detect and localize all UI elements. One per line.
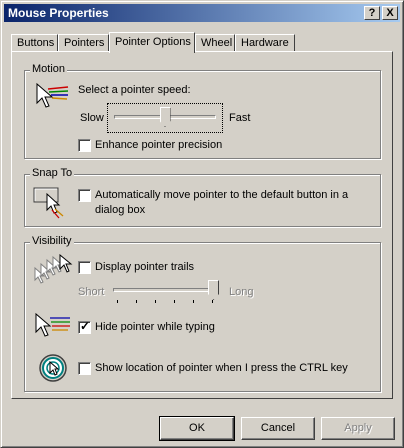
show-location-label[interactable]: Show location of pointer when I press th… xyxy=(95,362,348,374)
pointer-speed-slider[interactable] xyxy=(107,103,223,133)
apply-button[interactable]: Apply xyxy=(321,417,395,440)
show-location-checkbox[interactable] xyxy=(78,362,91,375)
pointer-trails-icon xyxy=(34,254,73,284)
pointer-speed-icon xyxy=(36,82,69,108)
trails-slider-thumb[interactable] xyxy=(208,280,219,300)
mouse-properties-window: Mouse Properties ? X Buttons Pointers Po… xyxy=(0,0,404,448)
snap-to-label-line1[interactable]: Automatically move pointer to the defaul… xyxy=(95,189,348,201)
pointer-location-icon xyxy=(39,354,67,382)
pointer-trails-checkbox[interactable] xyxy=(78,261,91,274)
short-label: Short xyxy=(78,286,105,298)
visibility-group-label: Visibility xyxy=(30,235,74,247)
title-bar[interactable]: Mouse Properties ? X xyxy=(4,4,400,22)
trails-tick xyxy=(212,300,213,303)
snap-to-group-label: Snap To xyxy=(30,167,75,179)
pointer-speed-label: Select a pointer speed: xyxy=(78,84,191,96)
trails-tick xyxy=(155,300,156,303)
snap-to-icon xyxy=(33,187,64,219)
long-label: Long xyxy=(229,286,254,298)
help-button[interactable]: ? xyxy=(364,6,380,20)
tab-wheel[interactable]: Wheel xyxy=(195,34,235,51)
pointer-trails-label[interactable]: Display pointer trails xyxy=(95,261,194,273)
trails-tick xyxy=(136,300,137,303)
enhance-precision-label[interactable]: Enhance pointer precision xyxy=(95,139,222,151)
pointer-trails-slider[interactable] xyxy=(113,277,225,307)
trails-tick xyxy=(174,300,175,303)
speed-slider-thumb[interactable] xyxy=(159,107,171,127)
tab-buttons[interactable]: Buttons xyxy=(11,34,58,51)
hide-pointer-checkbox[interactable]: ✓ xyxy=(78,319,91,334)
hide-pointer-label[interactable]: Hide pointer while typing xyxy=(95,321,215,333)
enhance-precision-checkbox[interactable] xyxy=(78,139,91,152)
close-button[interactable]: X xyxy=(382,6,398,20)
snap-to-checkbox[interactable] xyxy=(78,189,91,202)
motion-group-label: Motion xyxy=(30,63,68,75)
trails-slider-track xyxy=(113,288,219,292)
tab-hardware[interactable]: Hardware xyxy=(235,34,295,51)
ok-button[interactable]: OK xyxy=(159,416,235,441)
trails-tick xyxy=(117,300,118,303)
hide-pointer-icon xyxy=(35,312,70,337)
cancel-button[interactable]: Cancel xyxy=(241,417,315,440)
slow-label: Slow xyxy=(80,112,104,124)
window-title: Mouse Properties xyxy=(8,6,109,20)
trails-tick xyxy=(193,300,194,303)
tab-pointers[interactable]: Pointers xyxy=(58,34,109,51)
snap-to-label-line2[interactable]: dialog box xyxy=(95,204,145,216)
fast-label: Fast xyxy=(229,112,251,124)
check-mark-icon: ✓ xyxy=(80,319,91,333)
tab-pointer-options[interactable]: Pointer Options xyxy=(109,32,195,53)
